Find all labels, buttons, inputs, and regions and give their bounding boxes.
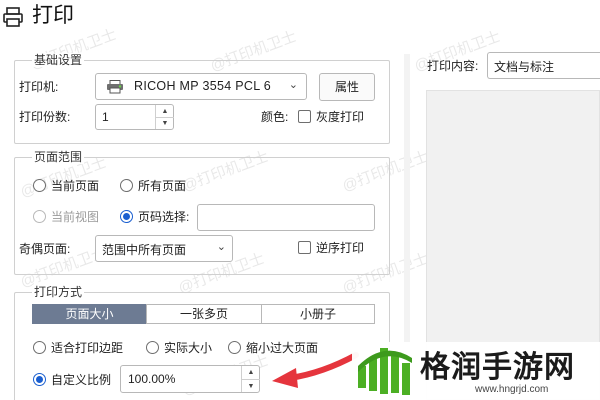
shrink-oversize-radio[interactable] bbox=[228, 341, 241, 354]
copies-stepper[interactable]: 1 ▲ ▼ bbox=[95, 104, 174, 130]
page-select-input[interactable] bbox=[197, 204, 375, 231]
current-view-label: 当前视图 bbox=[51, 210, 100, 224]
print-content-select[interactable]: 文档与标注 bbox=[487, 52, 600, 79]
tab-booklet[interactable]: 小册子 bbox=[261, 304, 375, 324]
chevron-down-icon: ⌄ bbox=[288, 79, 298, 91]
reverse-checkbox[interactable] bbox=[298, 241, 311, 254]
actual-size-radio[interactable] bbox=[146, 341, 159, 354]
tab-multiple-pages[interactable]: 一张多页 bbox=[146, 304, 262, 324]
custom-scale-label: 自定义比例 bbox=[51, 373, 112, 387]
red-arrow-icon bbox=[272, 352, 359, 388]
current-page-label: 当前页面 bbox=[51, 179, 100, 193]
fit-margins-label: 适合打印边距 bbox=[51, 341, 124, 355]
actual-size-label: 实际大小 bbox=[164, 341, 213, 355]
custom-scale-radio[interactable] bbox=[33, 373, 46, 386]
odd-even-value: 范围中所有页面 bbox=[102, 243, 187, 257]
spin-down-icon[interactable]: ▼ bbox=[242, 379, 260, 392]
custom-scale-value: 100.00% bbox=[128, 372, 176, 386]
grayscale-label: 灰度打印 bbox=[316, 110, 365, 124]
printer-label: 打印机: bbox=[19, 80, 59, 94]
grayscale-checkbox[interactable] bbox=[298, 110, 311, 123]
tab-page-size[interactable]: 页面大小 bbox=[32, 304, 147, 324]
print-content-label: 打印内容: bbox=[427, 59, 479, 73]
print-mode-legend: 打印方式 bbox=[32, 285, 85, 299]
odd-even-select[interactable]: 范围中所有页面 ⌄ bbox=[95, 235, 233, 262]
all-pages-label: 所有页面 bbox=[138, 179, 187, 193]
copies-spin[interactable]: ▲ ▼ bbox=[155, 105, 174, 129]
reverse-label: 逆序打印 bbox=[316, 241, 365, 255]
custom-scale-spin[interactable]: ▲ ▼ bbox=[241, 366, 260, 392]
brand-url: www.hngrjd.com bbox=[475, 384, 549, 395]
current-page-radio[interactable] bbox=[33, 179, 46, 192]
odd-even-label: 奇偶页面: bbox=[19, 242, 71, 256]
print-content-value: 文档与标注 bbox=[494, 60, 555, 74]
properties-button[interactable]: 属性 bbox=[319, 73, 375, 101]
spin-down-icon[interactable]: ▼ bbox=[156, 117, 174, 129]
custom-scale-stepper[interactable]: 100.00% ▲ ▼ bbox=[120, 365, 260, 393]
brand-logo-icon bbox=[358, 348, 412, 395]
spin-up-icon[interactable]: ▲ bbox=[242, 366, 260, 379]
all-pages-radio[interactable] bbox=[120, 179, 133, 192]
chevron-down-icon: ⌄ bbox=[216, 241, 226, 253]
printer-icon bbox=[3, 7, 23, 27]
copies-label: 打印份数: bbox=[19, 110, 71, 124]
color-label: 颜色: bbox=[261, 110, 289, 124]
printer-device-icon bbox=[107, 80, 123, 94]
spin-up-icon[interactable]: ▲ bbox=[156, 105, 174, 117]
brand-name: 格润手游网 bbox=[420, 350, 575, 385]
page-select-label: 页码选择: bbox=[138, 210, 190, 224]
current-view-radio[interactable] bbox=[33, 210, 46, 223]
page-select-radio[interactable] bbox=[120, 210, 133, 223]
dialog-title: 打印 bbox=[32, 4, 74, 27]
printer-select[interactable]: RICOH MP 3554 PCL 6 ⌄ bbox=[95, 73, 307, 100]
page-range-legend: 页面范围 bbox=[32, 150, 85, 164]
copies-value: 1 bbox=[102, 110, 109, 124]
basic-settings-legend: 基础设置 bbox=[32, 53, 85, 67]
fit-margins-radio[interactable] bbox=[33, 341, 46, 354]
printer-select-value: RICOH MP 3554 PCL 6 bbox=[134, 79, 272, 93]
